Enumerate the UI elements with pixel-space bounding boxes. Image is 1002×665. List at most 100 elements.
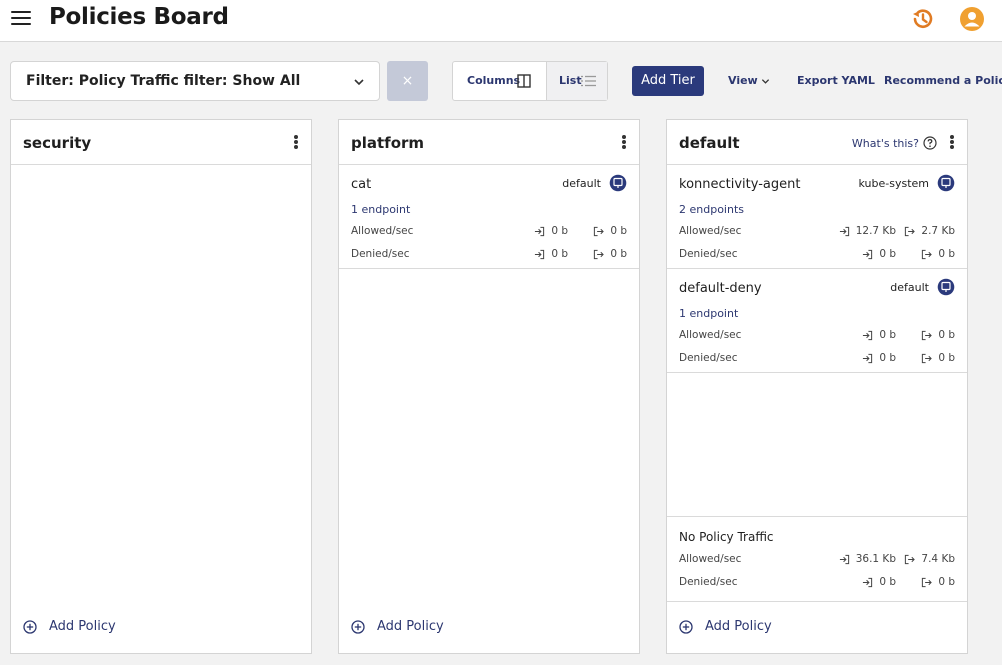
endpoints-link[interactable]: 2 endpoints	[679, 203, 744, 216]
egress-icon	[922, 249, 933, 259]
app-header: Policies Board	[0, 0, 1002, 42]
denied-ingress: 0 b	[862, 352, 896, 364]
recommend-policy-button[interactable]: Recommend a Policy	[884, 74, 1002, 87]
allowed-egress: 2.7 Kb	[904, 225, 955, 237]
allowed-ingress-value: 12.7 Kb	[855, 225, 896, 237]
allowed-row: Allowed/sec 0 b 0 b	[351, 225, 627, 241]
view-menu-button[interactable]: View	[728, 74, 770, 87]
add-policy-label: Add Policy	[705, 619, 772, 634]
chevron-down-icon	[761, 79, 770, 84]
add-policy-button[interactable]: Add Policy	[679, 619, 772, 634]
denied-egress-value: 0 b	[938, 352, 955, 364]
kebab-menu-icon[interactable]	[621, 134, 627, 150]
add-policy-label: Add Policy	[49, 619, 116, 634]
denied-egress: 0 b	[921, 352, 955, 364]
policy-card[interactable]: konnectivity-agent kube-system 2 endpoin…	[667, 165, 967, 269]
list-view-button[interactable]: List	[546, 62, 607, 100]
allowed-egress: 7.4 Kb	[904, 553, 955, 565]
no-policy-traffic-title: No Policy Traffic	[679, 530, 774, 544]
denied-label: Denied/sec	[679, 352, 738, 364]
plus-circle-icon	[351, 619, 365, 634]
denied-label: Denied/sec	[351, 248, 410, 260]
allowed-ingress-value: 0 b	[879, 329, 896, 341]
denied-label: Denied/sec	[679, 248, 738, 260]
allowed-label: Allowed/sec	[351, 225, 414, 237]
allowed-ingress: 0 b	[862, 329, 896, 341]
kebab-menu-icon[interactable]	[293, 134, 299, 150]
denied-ingress: 0 b	[862, 248, 896, 260]
allowed-ingress-value: 0 b	[551, 225, 568, 237]
tier-title: security	[23, 134, 92, 152]
denied-ingress: 0 b	[862, 576, 896, 588]
egress-icon	[922, 353, 933, 363]
columns-view-button[interactable]: Columns	[453, 62, 546, 100]
policy-card[interactable]: default-deny default 1 endpoint Allowed/…	[667, 269, 967, 373]
egress-icon	[594, 249, 605, 259]
list-label: List	[559, 74, 582, 87]
namespace-icon	[609, 174, 627, 192]
user-avatar-icon[interactable]	[960, 7, 984, 31]
policy-card[interactable]: cat default 1 endpoint Allowed/sec 0 b 0…	[339, 165, 639, 269]
allowed-label: Allowed/sec	[679, 553, 742, 565]
add-policy-button[interactable]: Add Policy	[351, 619, 444, 634]
layout-toggle: Columns List	[452, 61, 608, 101]
whats-this-link[interactable]: What's this?	[852, 136, 937, 150]
endpoints-link[interactable]: 1 endpoint	[679, 307, 738, 320]
menu-icon[interactable]	[10, 9, 32, 29]
columns-icon	[517, 74, 531, 88]
allowed-egress-value: 7.4 Kb	[921, 553, 955, 565]
policy-namespace: default	[562, 177, 601, 190]
allowed-row: Allowed/sec 0 b 0 b	[679, 329, 955, 345]
egress-icon	[922, 330, 933, 340]
ingress-icon	[863, 330, 873, 340]
page-title: Policies Board	[49, 4, 229, 30]
plus-circle-icon	[679, 619, 693, 634]
columns-label: Columns	[467, 74, 521, 87]
help-icon	[923, 136, 937, 150]
egress-icon	[905, 226, 916, 236]
egress-icon	[922, 577, 933, 587]
plus-circle-icon	[23, 619, 37, 634]
denied-egress: 0 b	[921, 576, 955, 588]
denied-egress-value: 0 b	[938, 248, 955, 260]
clear-filter-button[interactable]: ×	[387, 61, 428, 101]
denied-row: Denied/sec 0 b 0 b	[351, 248, 627, 264]
ingress-icon	[839, 554, 849, 564]
add-tier-button[interactable]: Add Tier	[632, 66, 704, 96]
allowed-ingress: 12.7 Kb	[839, 225, 896, 237]
add-policy-button[interactable]: Add Policy	[23, 619, 116, 634]
denied-label: Denied/sec	[679, 576, 738, 588]
tier-title: platform	[351, 134, 425, 152]
ingress-icon	[535, 249, 545, 259]
allowed-egress-value: 0 b	[938, 329, 955, 341]
denied-row: Denied/sec 0 b 0 b	[679, 576, 955, 592]
export-yaml-button[interactable]: Export YAML	[797, 74, 875, 87]
policy-name: cat	[351, 177, 372, 192]
allowed-egress: 0 b	[593, 225, 627, 237]
denied-row: Denied/sec 0 b 0 b	[679, 352, 955, 368]
kebab-menu-icon[interactable]	[949, 134, 955, 150]
tier-header: default What's this?	[667, 120, 967, 165]
denied-egress-value: 0 b	[610, 248, 627, 260]
allowed-label: Allowed/sec	[679, 225, 742, 237]
ingress-icon	[863, 249, 873, 259]
view-label: View	[728, 74, 758, 87]
denied-ingress-value: 0 b	[879, 352, 896, 364]
no-policy-traffic-card: No Policy Traffic Allowed/sec 36.1 Kb 7.…	[667, 516, 967, 602]
tier-title: default	[679, 134, 740, 152]
tier-column-platform: platform cat default 1 endpoint Allowed/…	[338, 119, 640, 654]
traffic-filter-select[interactable]: Filter: Policy Traffic filter: Show All	[10, 61, 380, 101]
denied-ingress-value: 0 b	[879, 576, 896, 588]
history-icon[interactable]	[910, 6, 936, 32]
denied-egress-value: 0 b	[938, 576, 955, 588]
denied-ingress: 0 b	[534, 248, 568, 260]
tier-column-default: default What's this? konnectivity-agent …	[666, 119, 968, 654]
ingress-icon	[535, 226, 545, 236]
policy-namespace: default	[890, 281, 929, 294]
endpoints-link[interactable]: 1 endpoint	[351, 203, 410, 216]
allowed-egress-value: 0 b	[610, 225, 627, 237]
ingress-icon	[863, 577, 873, 587]
namespace-icon	[937, 174, 955, 192]
policy-name: konnectivity-agent	[679, 177, 801, 192]
allowed-ingress: 0 b	[534, 225, 568, 237]
